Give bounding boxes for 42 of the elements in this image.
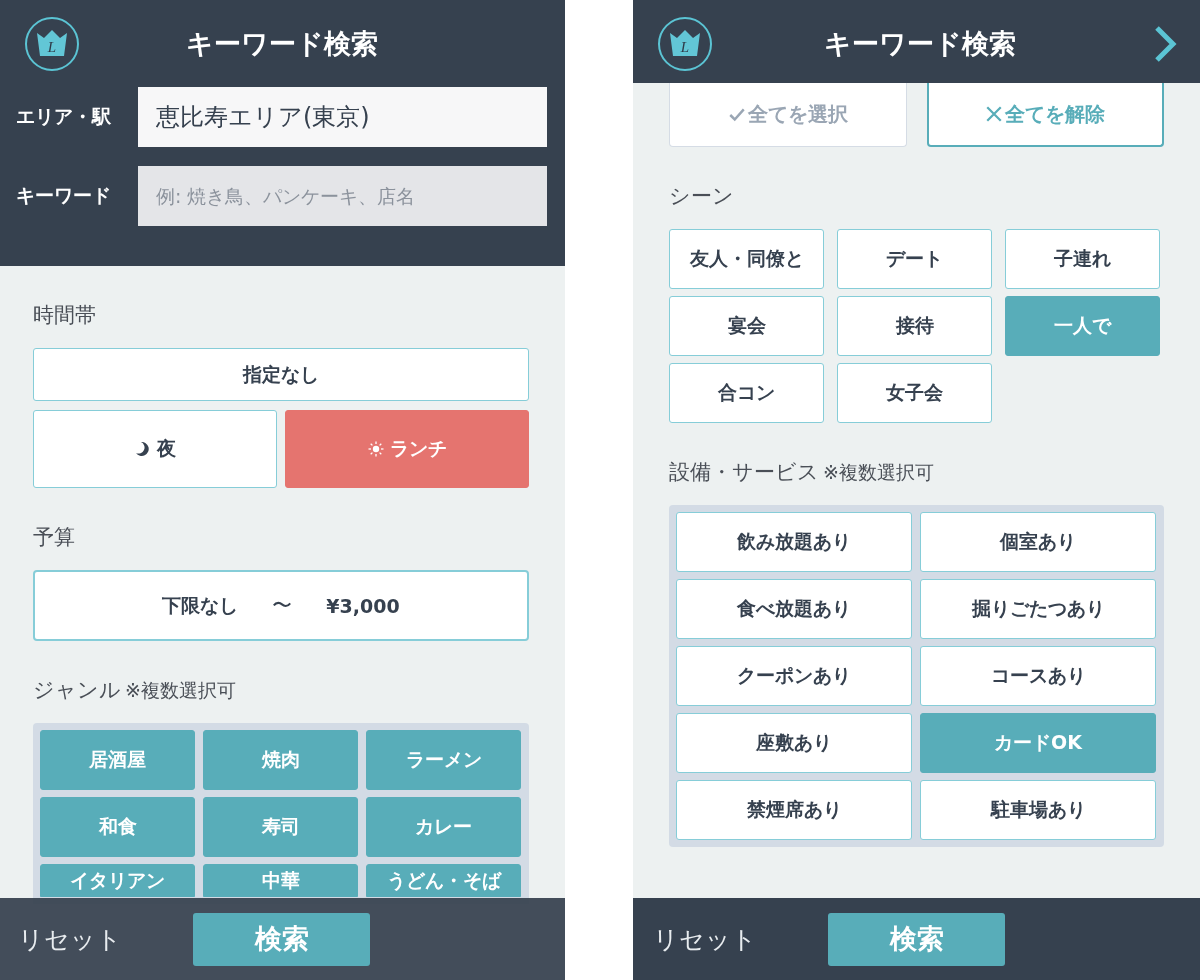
max-budget-select[interactable]: ¥3,000 [326, 594, 400, 617]
section-heading: 予算 [33, 525, 76, 549]
moon-icon [134, 441, 151, 457]
facility-option[interactable]: クーポンあり [676, 646, 912, 706]
scene-option[interactable]: 女子会 [837, 363, 992, 423]
sun-icon [367, 441, 384, 457]
screen-title: キーワード検索 [185, 27, 378, 61]
reset-button[interactable]: リセット [18, 922, 193, 956]
area-field[interactable]: 恵比寿エリア(東京) [138, 87, 547, 147]
screen-title: キーワード検索 [823, 27, 1016, 61]
field-label: エリア・駅 [16, 104, 112, 129]
facility-option[interactable]: 座敷あり [676, 713, 912, 773]
reset-button[interactable]: リセット [653, 922, 828, 956]
facility-option[interactable]: コースあり [920, 646, 1156, 706]
any-time-button[interactable]: 指定なし [33, 348, 529, 401]
scene-option[interactable]: 合コン [669, 363, 824, 423]
multi-select-note: ※複数選択可 [823, 460, 934, 484]
section-heading: 時間帯 [33, 303, 97, 327]
scene-option[interactable]: 宴会 [669, 296, 824, 356]
scene-option[interactable]: 接待 [837, 296, 992, 356]
field-label: キーワード [16, 183, 112, 208]
facility-option[interactable]: 個室あり [920, 512, 1156, 572]
chevron-right-icon[interactable] [1154, 25, 1178, 63]
scene-option[interactable]: 友人・同僚と [669, 229, 824, 289]
close-icon [985, 105, 1004, 123]
scene-option[interactable]: 子連れ [1005, 229, 1160, 289]
multi-select-note: ※複数選択可 [125, 678, 236, 702]
facility-option[interactable]: 禁煙席あり [676, 780, 912, 840]
keyword-field[interactable]: 例: 焼き鳥、パンケーキ、店名 [138, 166, 547, 226]
scene-option[interactable]: デート [837, 229, 992, 289]
facility-option[interactable]: 掘りごたつあり [920, 579, 1156, 639]
crown-logo-icon[interactable]: L [657, 16, 713, 72]
crown-logo-icon[interactable]: L [24, 16, 80, 72]
range-separator: 〜 [272, 592, 293, 619]
facility-option[interactable]: 駐車場あり [920, 780, 1156, 840]
facility-option[interactable]: 飲み放題あり [676, 512, 912, 572]
section-heading: 設備・サービス [669, 460, 819, 484]
section-heading: シーン [669, 184, 735, 208]
night-button[interactable]: 夜 [33, 410, 277, 488]
facility-option[interactable]: 食べ放題あり [676, 579, 912, 639]
section-heading: ジャンル [33, 678, 121, 702]
min-budget-select[interactable]: 下限なし [162, 592, 239, 619]
